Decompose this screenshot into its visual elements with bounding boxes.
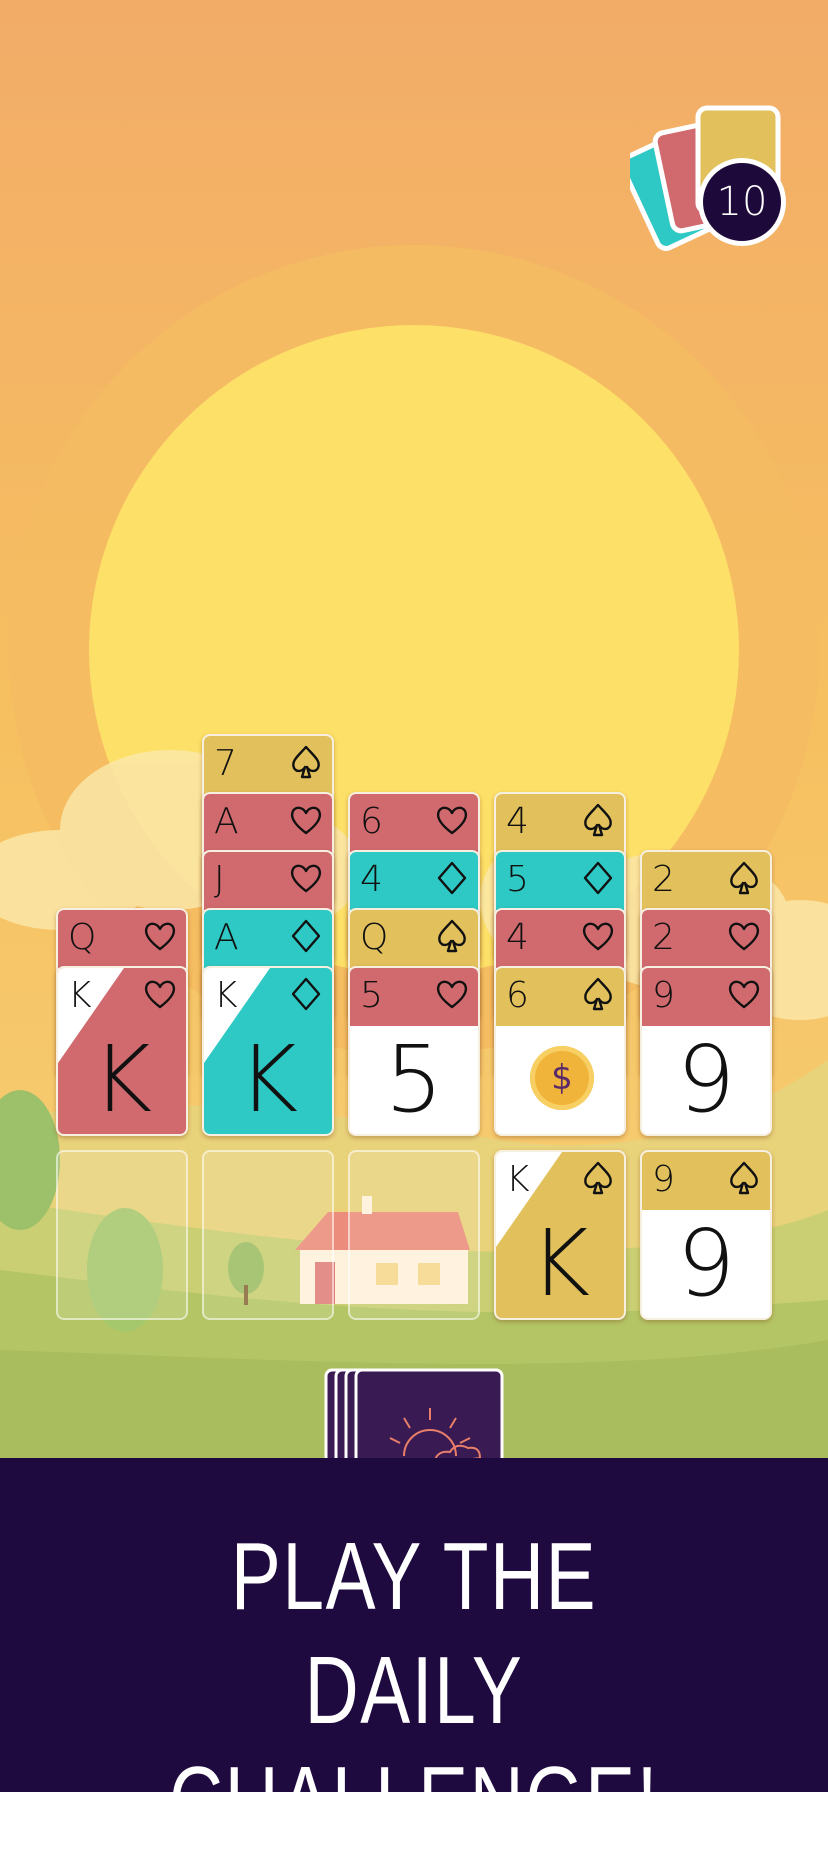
heart-icon — [726, 918, 762, 954]
tableau-card-col1[interactable]: KK — [56, 966, 188, 1136]
heart-icon — [580, 918, 616, 954]
spade-icon — [580, 802, 616, 838]
card-rank: K — [68, 975, 92, 1016]
tableau-card-col3[interactable]: 55 — [348, 966, 480, 1136]
card-face-rank: K — [91, 1026, 153, 1133]
promo-banner: PLAY THE DAILY CHALLENGE! — [0, 1458, 828, 1854]
card-rank: 9 — [652, 1159, 675, 1200]
card-rank: 6 — [360, 801, 383, 842]
spade-icon — [288, 744, 324, 780]
card-rank: 5 — [360, 975, 383, 1016]
tableau-card-col4[interactable]: 6 $ — [494, 966, 626, 1136]
heart-icon — [288, 802, 324, 838]
coin-icon[interactable]: $ — [530, 1046, 594, 1110]
card-rank: K — [214, 975, 238, 1016]
card-face-rank: K — [529, 1210, 591, 1317]
heart-icon — [434, 976, 470, 1012]
headline-line-1: PLAY THE — [230, 1523, 598, 1630]
card-rank: 2 — [652, 917, 675, 958]
card-rank: 2 — [652, 859, 675, 900]
stock-pile[interactable] — [324, 1368, 504, 1460]
card-rank: 4 — [506, 917, 529, 958]
empty-card-slot[interactable] — [56, 1150, 188, 1320]
spade-icon — [434, 918, 470, 954]
empty-card-slot[interactable] — [348, 1150, 480, 1320]
heart-icon — [288, 860, 324, 896]
heart-icon — [434, 802, 470, 838]
card-rank: 6 — [506, 975, 529, 1016]
spade-icon — [726, 860, 762, 896]
deck-count-badge: 10 — [698, 158, 786, 246]
card-rank: K — [506, 1159, 530, 1200]
foundation-card[interactable]: 99 — [640, 1150, 772, 1320]
card-rank: A — [214, 917, 239, 958]
card-rank: 4 — [506, 801, 529, 842]
card-rank: J — [214, 859, 225, 900]
game-scene: 10 Q K K 7 A J A K K 6 4 Q 5 5 4 5 4 6 $2 2 9 9 KK99 — [0, 0, 828, 1460]
card-rank: A — [214, 801, 239, 842]
heart-icon — [142, 918, 178, 954]
card-rank: 4 — [360, 859, 383, 900]
card-rank: 7 — [214, 743, 237, 784]
spade-icon — [580, 976, 616, 1012]
empty-card-slot[interactable] — [202, 1150, 334, 1320]
card-face-rank: K — [237, 1026, 299, 1133]
diamond-icon — [434, 860, 470, 896]
card-rank: Q — [360, 917, 389, 958]
diamond-icon — [288, 918, 324, 954]
card-rank: 9 — [652, 975, 675, 1016]
spade-icon — [580, 1160, 616, 1196]
diamond-icon — [580, 860, 616, 896]
tableau-card-col5[interactable]: 99 — [640, 966, 772, 1136]
card-face-rank: 9 — [676, 1210, 736, 1317]
card-rank: 5 — [506, 859, 529, 900]
headline-line-2: DAILY CHALLENGE! — [168, 1637, 659, 1854]
spade-icon — [726, 1160, 762, 1196]
card-face-rank: 9 — [676, 1026, 736, 1133]
heart-icon — [142, 976, 178, 1012]
foundation-card[interactable]: KK — [494, 1150, 626, 1320]
heart-icon — [726, 976, 762, 1012]
card-rank: Q — [68, 917, 97, 958]
tableau-card-col2[interactable]: KK — [202, 966, 334, 1136]
diamond-icon — [288, 976, 324, 1012]
card-face-rank: 5 — [384, 1026, 444, 1133]
